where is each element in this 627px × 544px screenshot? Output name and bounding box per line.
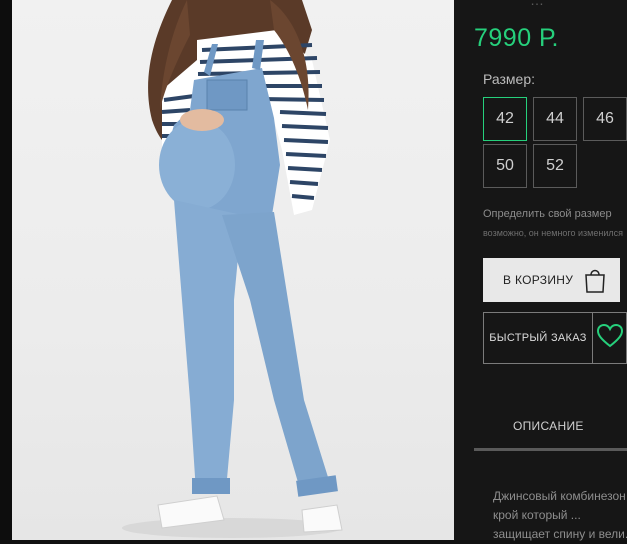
- size-option-label: 46: [596, 110, 614, 127]
- quick-order-button[interactable]: БЫСТРЫЙ ЗАКАЗ: [483, 312, 593, 364]
- add-to-cart-button[interactable]: В КОРЗИНУ: [483, 258, 620, 302]
- description-line: крой который ...: [493, 508, 581, 522]
- product-photo[interactable]: [12, 0, 454, 540]
- add-to-cart-label: В КОРЗИНУ: [503, 273, 574, 287]
- favorite-button[interactable]: [592, 312, 627, 364]
- size-option-label: 50: [496, 157, 514, 174]
- size-option-label: 52: [546, 157, 564, 174]
- product-title-fragment: …: [530, 0, 544, 8]
- description-line: защищает спину и вели...: [493, 527, 627, 541]
- heart-icon: [596, 323, 623, 353]
- find-size-note: возможно, он немного изменился: [483, 228, 623, 238]
- model-illustration: [122, 0, 343, 538]
- size-option-label: 44: [546, 110, 564, 127]
- description-line: Джинсовый комбинезон: [493, 489, 626, 503]
- size-option-label: 42: [496, 110, 514, 127]
- product-price: 7990 Р.: [474, 24, 559, 52]
- size-option-52[interactable]: 52: [533, 144, 577, 188]
- shopping-bag-icon: [584, 267, 606, 298]
- find-size-link[interactable]: Определить свой размер: [483, 208, 612, 220]
- size-option-44[interactable]: 44: [533, 97, 577, 141]
- size-option-42[interactable]: 42: [483, 97, 527, 141]
- tab-underline: [474, 448, 627, 451]
- size-label: Размер:: [483, 71, 536, 87]
- product-description: Джинсовый комбинезон крой который ... за…: [493, 487, 627, 544]
- size-option-46[interactable]: 46: [583, 97, 627, 141]
- size-option-50[interactable]: 50: [483, 144, 527, 188]
- tab-description[interactable]: ОПИСАНИЕ: [513, 419, 584, 433]
- quick-order-label: БЫСТРЫЙ ЗАКАЗ: [489, 332, 587, 344]
- left-edge: [0, 0, 12, 540]
